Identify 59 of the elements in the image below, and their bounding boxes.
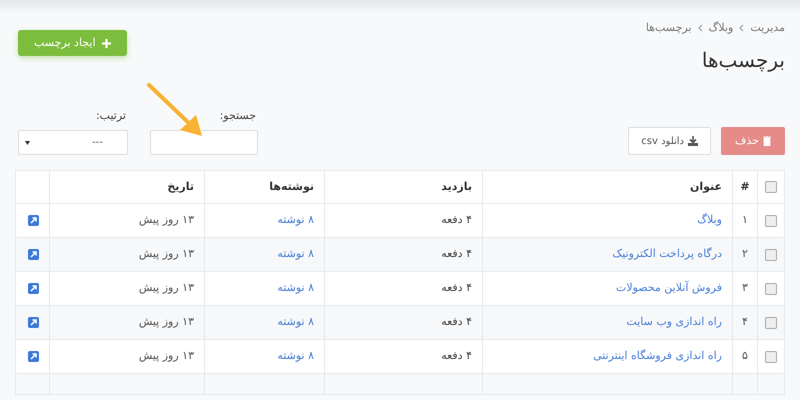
date-cell-text: ۱۳ روز پیش [138,246,194,262]
checkbox[interactable] [765,181,777,193]
plus-icon [102,38,111,48]
row-number: ۱ [742,212,748,228]
column-header: تاریخ [167,178,194,195]
breadcrumb-item[interactable]: وبلاگ [708,20,734,36]
breadcrumb-item[interactable]: مدیریت [750,20,785,36]
checkbox[interactable] [765,214,777,226]
column-header: بازدید [441,178,472,195]
visits-cell-text: ۴ دفعه [441,280,472,296]
external-link-icon[interactable] [28,215,38,226]
delete-button[interactable]: حذف [721,127,785,155]
sort-select[interactable]: --- [18,130,128,155]
posts-link[interactable]: ۸ نوشته [277,314,314,331]
posts-link[interactable]: ۸ نوشته [277,348,314,365]
page-title: برچسب‌ها [700,46,785,74]
search-field[interactable] [150,130,258,155]
tag-title-link[interactable]: درگاه پرداخت الکترونیک [612,246,722,263]
trash-icon [763,136,771,146]
posts-link[interactable]: ۸ نوشته [277,212,314,229]
tag-title-link[interactable]: وبلاگ [697,212,722,229]
row-number: ۴ [742,314,748,330]
external-link-icon[interactable] [28,249,38,260]
posts-link[interactable]: ۸ نوشته [277,246,314,263]
chevron-icon [739,24,744,32]
create-tag-button[interactable]: ایجاد برچسب [18,30,127,56]
posts-link[interactable]: ۸ نوشته [277,280,314,297]
row-number: ۵ [742,348,748,364]
download-icon [688,136,698,146]
column-header: # [740,178,750,195]
external-link-icon[interactable] [28,351,38,362]
checkbox[interactable] [765,282,777,294]
caret-icon [25,140,30,144]
date-cell-text: ۱۳ روز پیش [138,212,194,228]
annotation-arrow [146,82,204,138]
visits-cell-text: ۴ دفعه [441,246,472,262]
checkbox[interactable] [765,248,777,260]
checkbox[interactable] [765,316,777,328]
visits-cell-text: ۴ دفعه [441,314,472,330]
breadcrumb-item: برچسب‌ها [646,20,692,36]
external-link-icon[interactable] [28,317,38,328]
date-cell-text: ۱۳ روز پیش [138,348,194,364]
search-label: جستجو: [218,108,257,124]
row-number: ۲ [742,246,748,262]
column-header: نوشته‌ها [269,178,314,195]
external-link-icon[interactable] [28,283,38,294]
row-number: ۳ [742,280,748,296]
column-header: عنوان [690,178,722,195]
date-cell-text: ۱۳ روز پیش [138,280,194,296]
tag-title-link[interactable]: فروش آنلاین محصولات [616,280,722,297]
sort-label: ترتیب: [94,108,127,124]
tag-title-link[interactable]: راه اندازی فروشگاه اینترنتی [593,348,722,365]
download-csv-button[interactable]: دانلود csv [628,127,712,155]
chevron-icon [698,24,703,32]
tag-title-link[interactable]: راه اندازی وب سایت [626,314,722,331]
visits-cell-text: ۴ دفعه [441,348,472,364]
checkbox[interactable] [765,350,777,362]
date-cell-text: ۱۳ روز پیش [138,314,194,330]
visits-cell-text: ۴ دفعه [441,212,472,228]
